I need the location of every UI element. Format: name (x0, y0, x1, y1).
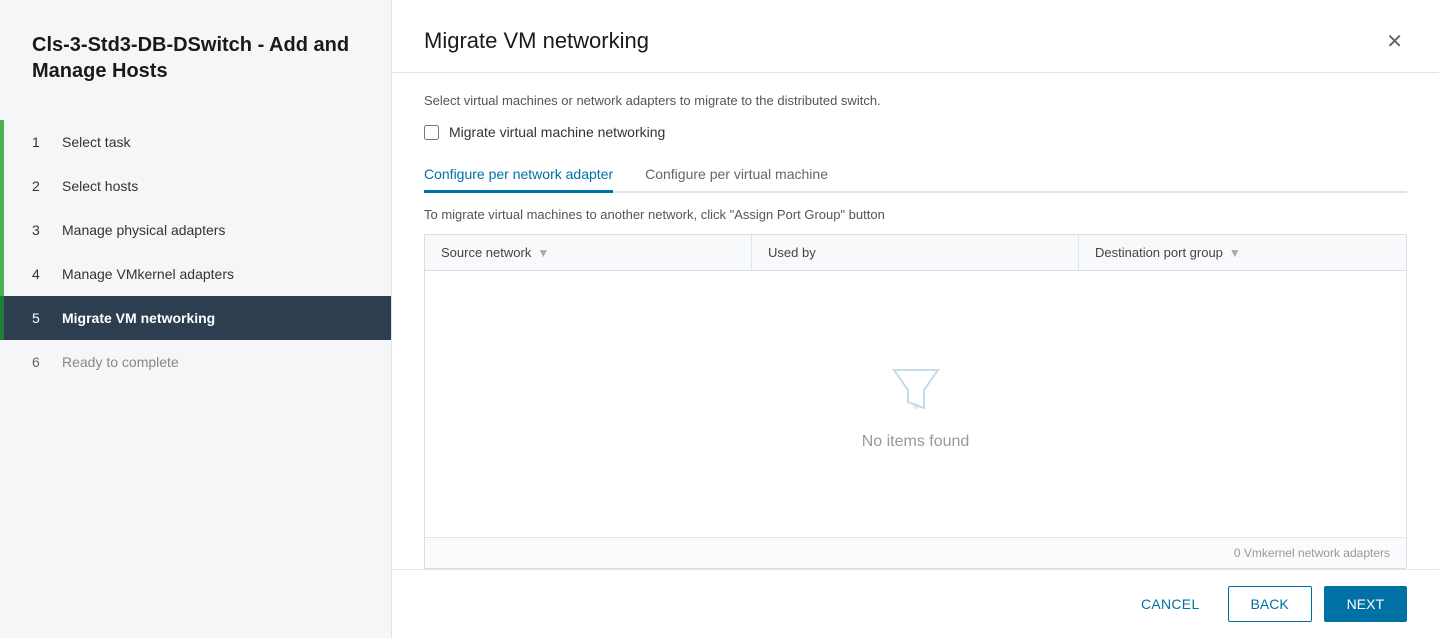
table-container: Source network▼Used byDestination port g… (424, 234, 1407, 569)
table-column-destination-port-group: Destination port group▼ (1079, 235, 1406, 270)
filter-icon[interactable]: ▼ (1229, 246, 1241, 260)
filter-icon[interactable]: ▼ (537, 246, 549, 260)
step-label: Select hosts (62, 178, 138, 194)
table-header: Source network▼Used byDestination port g… (425, 235, 1406, 271)
step-number: 1 (32, 134, 48, 150)
migrate-vm-networking-checkbox[interactable] (424, 125, 439, 140)
main-header: Migrate VM networking ✕ (392, 0, 1439, 73)
step-number: 6 (32, 354, 48, 370)
sidebar-step-migrate-vm-networking[interactable]: 5 Migrate VM networking (0, 296, 391, 340)
sidebar-step-ready-to-complete: 6 Ready to complete (0, 340, 391, 384)
step-label: Manage VMkernel adapters (62, 266, 234, 282)
back-button[interactable]: BACK (1228, 586, 1312, 622)
dialog-footer: CANCEL BACK NEXT (392, 569, 1439, 638)
sidebar-step-select-task[interactable]: 1 Select task (0, 120, 391, 164)
dialog-wrapper: Cls-3-Std3-DB-DSwitch - Add and Manage H… (0, 0, 1439, 638)
sidebar-step-select-hosts[interactable]: 2 Select hosts (0, 164, 391, 208)
table-footer-text: 0 Vmkernel network adapters (1234, 546, 1390, 560)
tabs-container: Configure per network adapter Configure p… (424, 158, 1407, 193)
next-button[interactable]: NEXT (1324, 586, 1407, 622)
sidebar: Cls-3-Std3-DB-DSwitch - Add and Manage H… (0, 0, 392, 638)
tab-1[interactable]: Configure per virtual machine (645, 158, 828, 193)
empty-state-text: No items found (862, 433, 970, 451)
close-button[interactable]: ✕ (1382, 28, 1407, 56)
empty-state-icon (886, 358, 946, 421)
migrate-vm-networking-label[interactable]: Migrate virtual machine networking (449, 124, 665, 140)
sidebar-step-manage-vmkernel-adapters[interactable]: 4 Manage VMkernel adapters (0, 252, 391, 296)
step-label: Migrate VM networking (62, 310, 215, 326)
step-number: 3 (32, 222, 48, 238)
subtitle: Select virtual machines or network adapt… (424, 93, 1407, 108)
step-number: 4 (32, 266, 48, 282)
step-label: Manage physical adapters (62, 222, 225, 238)
sidebar-steps: 1 Select task 2 Select hosts 3 Manage physica… (0, 120, 391, 384)
step-label: Select task (62, 134, 130, 150)
main-body: Select virtual machines or network adapt… (392, 73, 1439, 569)
table-column-source-network: Source network▼ (425, 235, 752, 270)
table-body: No items found (425, 271, 1406, 537)
main-content: Migrate VM networking ✕ Select virtual m… (392, 0, 1439, 638)
checkbox-row: Migrate virtual machine networking (424, 124, 1407, 140)
table-footer: 0 Vmkernel network adapters (425, 537, 1406, 568)
step-label: Ready to complete (62, 354, 179, 370)
sidebar-title: Cls-3-Std3-DB-DSwitch - Add and Manage H… (0, 32, 391, 120)
step-number: 2 (32, 178, 48, 194)
tab-0[interactable]: Configure per network adapter (424, 158, 613, 193)
table-column-used-by: Used by (752, 235, 1079, 270)
dialog-title: Migrate VM networking (424, 28, 649, 54)
step-number: 5 (32, 310, 48, 326)
cancel-button[interactable]: CANCEL (1125, 586, 1216, 622)
sidebar-step-manage-physical-adapters[interactable]: 3 Manage physical adapters (0, 208, 391, 252)
tab-instruction: To migrate virtual machines to another n… (424, 207, 1407, 222)
